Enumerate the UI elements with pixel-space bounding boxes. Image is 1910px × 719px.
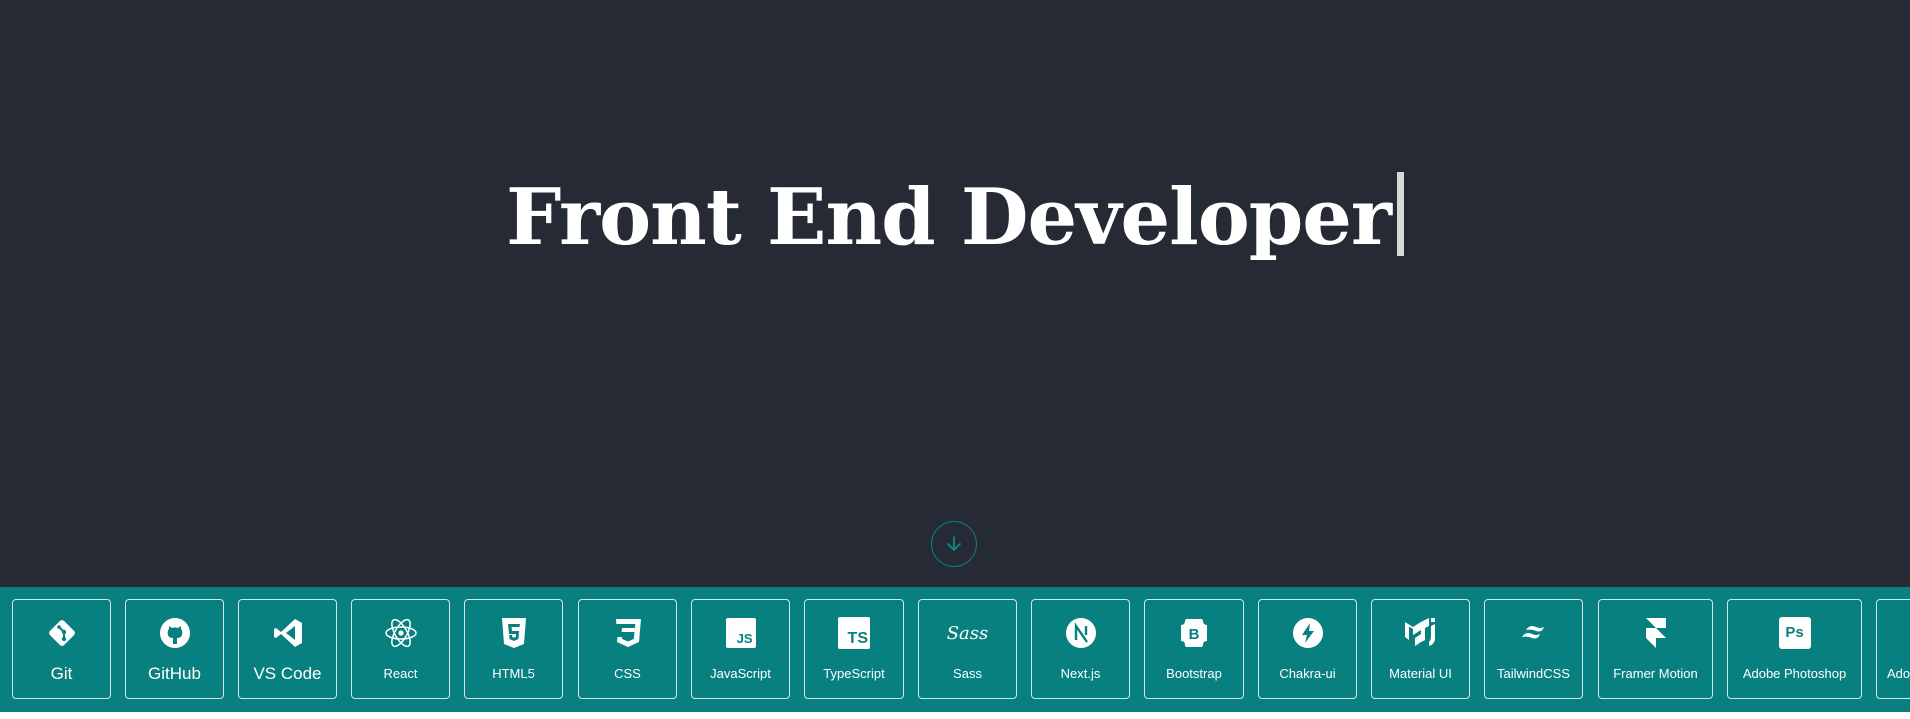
javascript-icon: JS [692,616,789,650]
skill-label: Chakra-ui [1279,666,1336,681]
skill-label: Adobe Photoshop [1742,666,1847,681]
skill-card-react: React [351,599,450,699]
skill-label: JavaScript [710,666,771,681]
skill-label: React [383,666,418,681]
headline-text: Front End Developer [505,172,1392,263]
skill-label: Bootstrap [1166,666,1222,681]
skill-label: VS Code [253,664,322,683]
tailwindcss-icon [1485,616,1582,650]
skill-card-tailwindcss: TailwindCSS [1484,599,1583,699]
skill-card-vs-code: VS Code [238,599,337,699]
material-ui-icon [1372,616,1469,650]
skill-label: Adobe [1887,666,1910,681]
hero-section: Front End Developer [0,0,1910,587]
skill-label: HTML5 [492,666,535,681]
github-icon [126,616,223,650]
vscode-icon [239,616,336,650]
skill-label: Sass [953,666,982,681]
typescript-icon: TS [805,616,903,650]
chakra-ui-icon [1259,616,1356,650]
skill-label: Git [50,664,73,683]
photoshop-icon: Ps [1728,616,1861,650]
html5-icon [465,616,562,650]
git-icon [13,616,110,650]
skill-card-typescript: TS TypeScript [804,599,904,699]
typing-caret [1397,172,1404,256]
arrow-down-circle-icon [947,536,961,551]
skill-card-css: CSS [578,599,677,699]
skill-card-sass: Sass Sass [918,599,1017,699]
skill-label: Material UI [1389,666,1452,681]
skill-card-bootstrap: B Bootstrap [1144,599,1244,699]
skill-label: TailwindCSS [1497,666,1570,681]
framer-motion-icon [1599,616,1712,650]
bootstrap-icon: B [1145,616,1243,650]
skill-card-javascript: JS JavaScript [691,599,790,699]
skill-card-framer-motion: Framer Motion [1598,599,1713,699]
skill-card-next-js: Next.js [1031,599,1130,699]
adobe-icon [1877,616,1910,650]
skill-card-material-ui: Material UI [1371,599,1470,699]
skill-card-adobe: Adobe [1876,599,1910,699]
skill-label: Next.js [1060,666,1101,681]
react-icon [352,616,449,650]
skill-card-adobe-photoshop: Ps Adobe Photoshop [1727,599,1862,699]
skill-card-chakra-ui: Chakra-ui [1258,599,1357,699]
skill-card-git: Git [12,599,111,699]
svg-text:B: B [1189,626,1200,643]
scroll-down-button[interactable] [931,521,977,567]
skill-label: TypeScript [823,666,885,681]
skill-card-html5: HTML5 [464,599,563,699]
skill-card-github: GitHub [125,599,224,699]
skill-label: GitHub [148,664,201,683]
skills-marquee: Git GitHub VS Code React HTML5 CSS JS JavaScrip… [0,587,1910,712]
typewriter-headline: Front End Developer [0,168,1910,268]
sass-icon: Sass [946,622,989,644]
skill-label: Framer Motion [1613,666,1698,681]
nextjs-icon [1032,616,1129,650]
skill-label: CSS [614,666,641,681]
css3-icon [579,616,676,650]
